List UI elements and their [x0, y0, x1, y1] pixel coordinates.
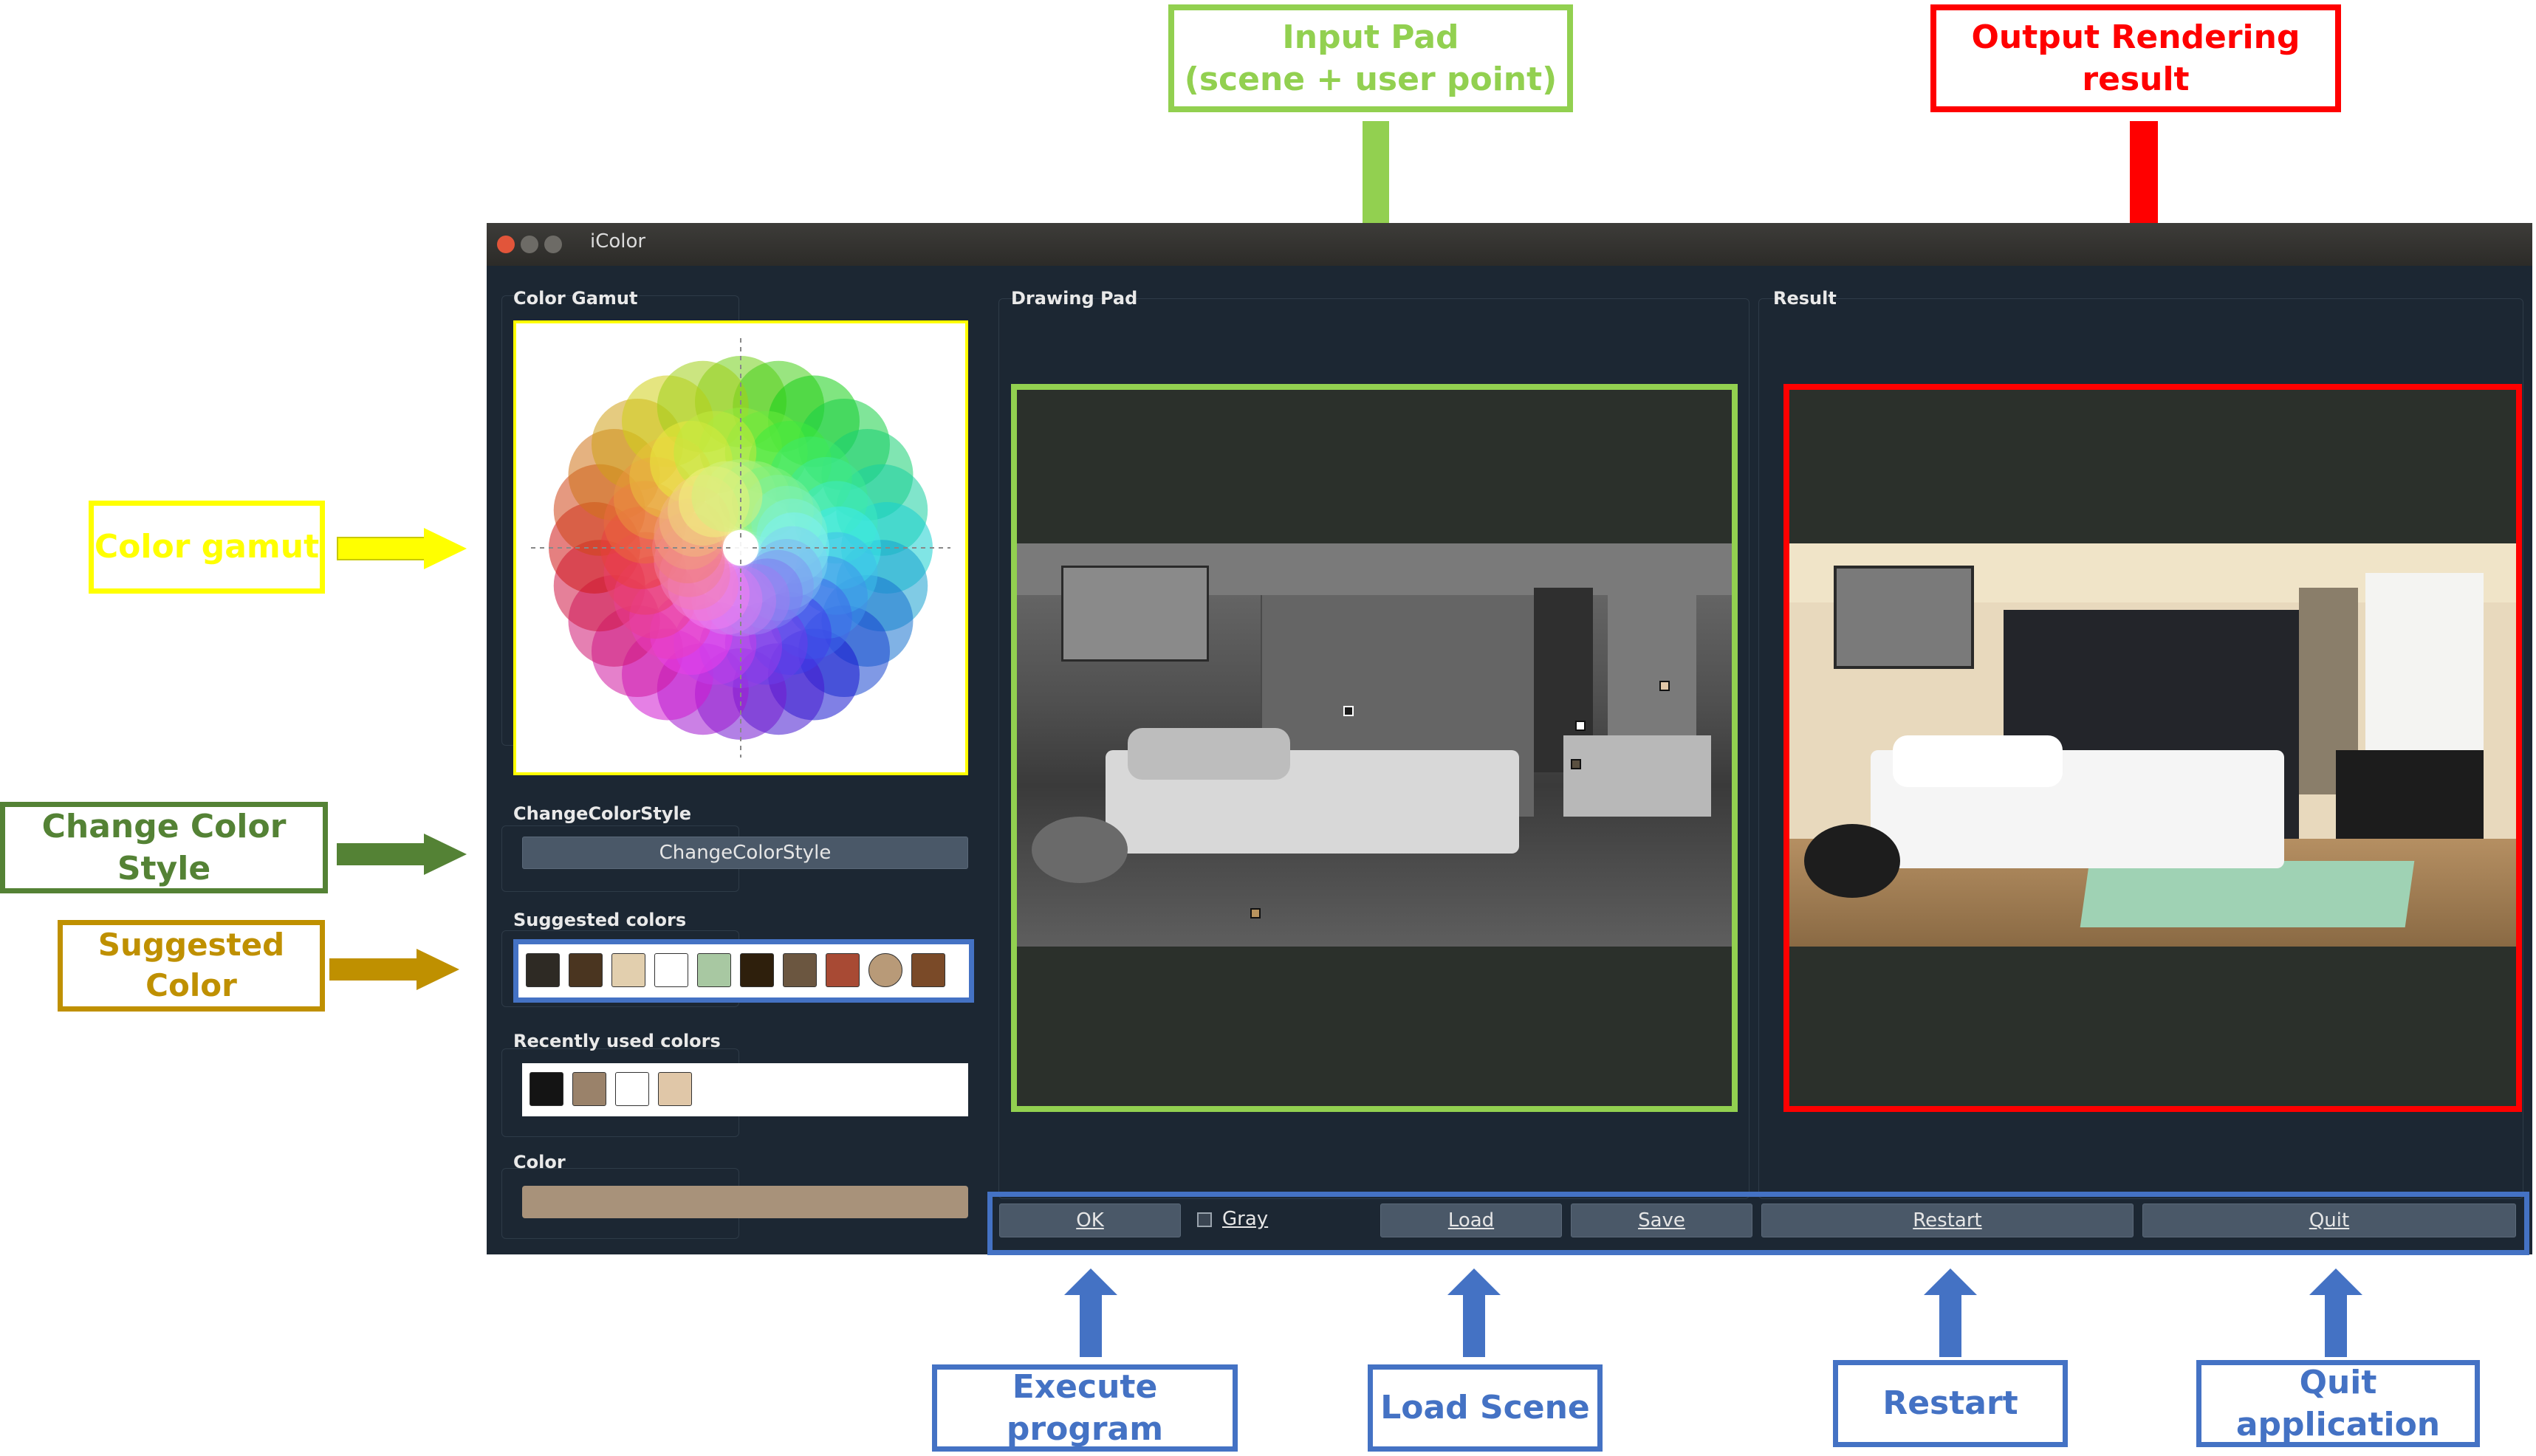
color-gamut-label: Color Gamut: [513, 288, 638, 309]
recent-color-swatch[interactable]: [658, 1072, 692, 1106]
suggested-color-swatch[interactable]: [868, 953, 902, 987]
suggested-color-swatch[interactable]: [911, 953, 945, 987]
close-button[interactable]: [497, 236, 515, 253]
gray-checkbox-label: Gray: [1222, 1208, 1269, 1230]
recent-colors-palette: [522, 1063, 968, 1116]
load-scene-callout: Load Scene: [1368, 1364, 1603, 1452]
suggested-color-swatch[interactable]: [526, 953, 560, 987]
execute-program-callout: Execute program: [932, 1364, 1238, 1452]
ok-button[interactable]: OK: [999, 1203, 1181, 1237]
change-style-label: ChangeColorStyle: [513, 803, 691, 824]
suggested-color-swatch[interactable]: [826, 953, 860, 987]
quit-application-callout: Quit application: [2196, 1360, 2480, 1447]
minimize-button[interactable]: [521, 236, 538, 253]
suggested-colors-label: Suggested colors: [513, 910, 687, 930]
drawing-pad-label: Drawing Pad: [1011, 288, 1138, 309]
restart-button[interactable]: Restart: [1761, 1203, 2134, 1237]
user-point[interactable]: [1343, 706, 1354, 716]
user-point[interactable]: [1250, 908, 1261, 918]
user-point[interactable]: [1659, 681, 1670, 691]
load-button-label: Load: [1447, 1209, 1495, 1232]
result-label: Result: [1773, 288, 1837, 309]
gray-checkbox[interactable]: [1197, 1212, 1212, 1227]
result-scene-image: [1789, 543, 2516, 947]
suggested-color-swatch[interactable]: [697, 953, 731, 987]
title-bar: iColor: [487, 223, 2532, 266]
color-label: Color: [513, 1152, 566, 1172]
user-point[interactable]: [1575, 721, 1586, 731]
quit-button-label: Quit: [2309, 1209, 2350, 1232]
recent-colors-label: Recently used colors: [513, 1031, 721, 1051]
suggested-color-swatch[interactable]: [611, 953, 645, 987]
input-pad-callout: Input Pad (scene + user point): [1168, 4, 1573, 112]
recent-color-swatch[interactable]: [572, 1072, 606, 1106]
client-area: Color Gamut ChangeColorStyle ChangeColor…: [487, 266, 2532, 1255]
suggested-color-swatch[interactable]: [654, 953, 688, 987]
suggested-color-callout: Suggested Color: [58, 920, 325, 1012]
load-button[interactable]: Load: [1380, 1203, 1562, 1237]
recent-color-swatch[interactable]: [615, 1072, 649, 1106]
save-button[interactable]: Save: [1571, 1203, 1752, 1237]
quit-button[interactable]: Quit: [2142, 1203, 2516, 1237]
input-pad-canvas[interactable]: [1011, 384, 1738, 1112]
change-color-style-button-label: ChangeColorStyle: [659, 842, 832, 864]
maximize-button[interactable]: [544, 236, 562, 253]
window-title: iColor: [590, 230, 646, 253]
color-gamut-callout: Color gamut: [89, 501, 325, 594]
recent-color-swatch[interactable]: [530, 1072, 563, 1106]
change-color-style-button[interactable]: ChangeColorStyle: [522, 837, 968, 869]
suggested-color-swatch[interactable]: [783, 953, 817, 987]
restart-button-label: Restart: [1913, 1209, 1982, 1232]
icolor-window: iColor Color Gamut ChangeColorStyle Chan…: [487, 223, 2532, 1255]
current-color-swatch[interactable]: [522, 1186, 968, 1218]
gray-scene-image: [1017, 543, 1732, 947]
result-canvas: [1783, 384, 2522, 1112]
save-button-label: Save: [1638, 1209, 1685, 1232]
change-color-style-callout: Change Color Style: [0, 802, 328, 893]
suggested-colors-palette: [513, 939, 974, 1003]
output-rendering-callout: Output Rendering result: [1930, 4, 2341, 112]
color-gamut-wheel[interactable]: [513, 320, 968, 775]
restart-callout: Restart: [1833, 1360, 2068, 1447]
user-point[interactable]: [1571, 759, 1581, 769]
suggested-color-swatch[interactable]: [740, 953, 774, 987]
ok-button-label: OK: [1076, 1209, 1104, 1232]
suggested-color-swatch[interactable]: [569, 953, 603, 987]
color-wheel-graphic: [531, 338, 950, 758]
